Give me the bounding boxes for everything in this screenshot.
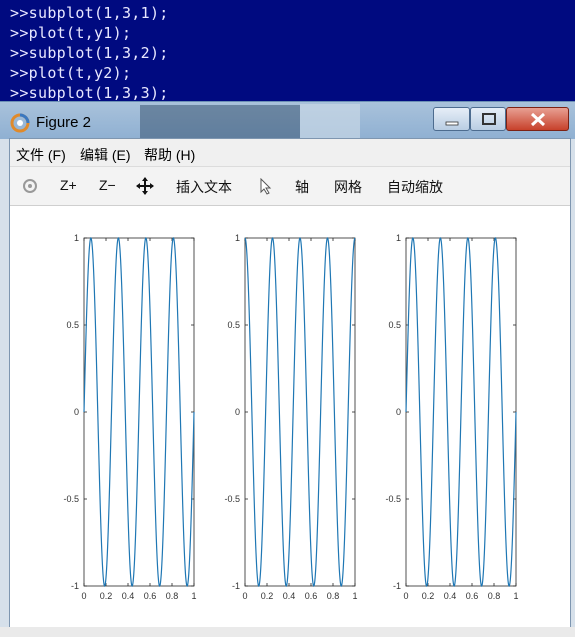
select-pointer-icon[interactable]	[259, 178, 273, 195]
axes-button[interactable]: 轴	[295, 177, 309, 197]
close-icon	[530, 112, 546, 127]
rotate-icon[interactable]	[22, 178, 38, 194]
menu-edit[interactable]: 编辑 (E)	[80, 145, 131, 165]
plot-canvas[interactable]: 0 0.2 0.4 0.6 0.8 1 -1 -0.5 0 0.5 1 0 0.2 0.4 0.6 0.8 1 -…	[10, 206, 570, 632]
octave-app-icon	[10, 113, 30, 133]
x-tick-label: 0.4	[122, 591, 135, 601]
console-line: >>subplot(1,3,1);	[10, 4, 169, 22]
x-tick-label: 0.6	[144, 591, 157, 601]
zoom-in-button[interactable]: Z+	[60, 177, 77, 193]
figure-window: Figure 2 文件 (F) 编辑 (E) 帮助 (H) Z+ Z− 插入文本…	[0, 101, 575, 637]
x-tick-label: 1	[352, 591, 357, 601]
y-tick-label: 1	[396, 233, 401, 243]
y-tick-label: 1	[74, 233, 79, 243]
y-tick-label: -0.5	[224, 494, 240, 504]
x-tick-label: 0	[81, 591, 86, 601]
menu-help[interactable]: 帮助 (H)	[144, 145, 195, 165]
title-bar[interactable]: Figure 2	[0, 101, 575, 139]
pan-icon[interactable]	[136, 177, 154, 195]
y-tick-label: 0.5	[388, 320, 401, 330]
console-line: >>subplot(1,3,3);	[10, 84, 169, 102]
x-tick-label: 0.6	[305, 591, 318, 601]
x-tick-label: 0.4	[444, 591, 457, 601]
menu-file[interactable]: 文件 (F)	[16, 145, 66, 165]
x-tick-label: 0.2	[422, 591, 435, 601]
x-tick-label: 0.8	[327, 591, 340, 601]
console-line: >>plot(t,y1);	[10, 24, 132, 42]
y-tick-label: 0.5	[227, 320, 240, 330]
x-tick-label: 0.2	[100, 591, 113, 601]
menu-bar: 文件 (F) 编辑 (E) 帮助 (H)	[10, 139, 570, 167]
y-tick-label: -0.5	[63, 494, 79, 504]
x-tick-label: 0.2	[261, 591, 274, 601]
x-tick-label: 0.6	[466, 591, 479, 601]
maximize-button[interactable]	[470, 107, 506, 131]
y-tick-label: 0	[235, 407, 240, 417]
y-tick-label: -1	[393, 581, 401, 591]
y-tick-label: 1	[235, 233, 240, 243]
grid-button[interactable]: 网格	[334, 177, 362, 197]
figure-client-area: 文件 (F) 编辑 (E) 帮助 (H) Z+ Z− 插入文本 轴 网格 自动缩…	[9, 138, 571, 633]
close-button[interactable]	[506, 107, 569, 131]
toolbar: Z+ Z− 插入文本 轴 网格 自动缩放	[10, 167, 570, 206]
titlebar-background	[300, 104, 360, 138]
y-tick-label: -1	[232, 581, 240, 591]
minimize-button[interactable]	[433, 107, 470, 131]
window-title: Figure 2	[36, 114, 92, 131]
insert-text-button[interactable]: 插入文本	[176, 177, 232, 197]
x-tick-label: 1	[513, 591, 518, 601]
y-tick-label: -1	[71, 581, 79, 591]
status-strip	[0, 627, 575, 637]
x-tick-label: 0.8	[166, 591, 179, 601]
y-tick-label: 0	[396, 407, 401, 417]
console-line: >>plot(t,y2);	[10, 64, 132, 82]
x-tick-label: 0.4	[283, 591, 296, 601]
subplots: 0 0.2 0.4 0.6 0.8 1 -1 -0.5 0 0.5 1 0 0.2 0.4 0.6 0.8 1 -…	[63, 233, 518, 601]
maximize-icon	[482, 113, 496, 125]
titlebar-background	[140, 105, 300, 139]
autoscale-button[interactable]: 自动缩放	[387, 177, 443, 197]
x-tick-label: 0.8	[488, 591, 501, 601]
y-tick-label: 0	[74, 407, 79, 417]
console-line: >>subplot(1,3,2);	[10, 44, 169, 62]
axes-box-2	[244, 237, 356, 587]
y-tick-label: -0.5	[385, 494, 401, 504]
y-tick-label: 0.5	[66, 320, 79, 330]
x-tick-label: 0	[242, 591, 247, 601]
zoom-out-button[interactable]: Z−	[99, 177, 116, 193]
x-tick-label: 0	[403, 591, 408, 601]
minimize-icon	[445, 121, 459, 126]
x-tick-label: 1	[191, 591, 196, 601]
